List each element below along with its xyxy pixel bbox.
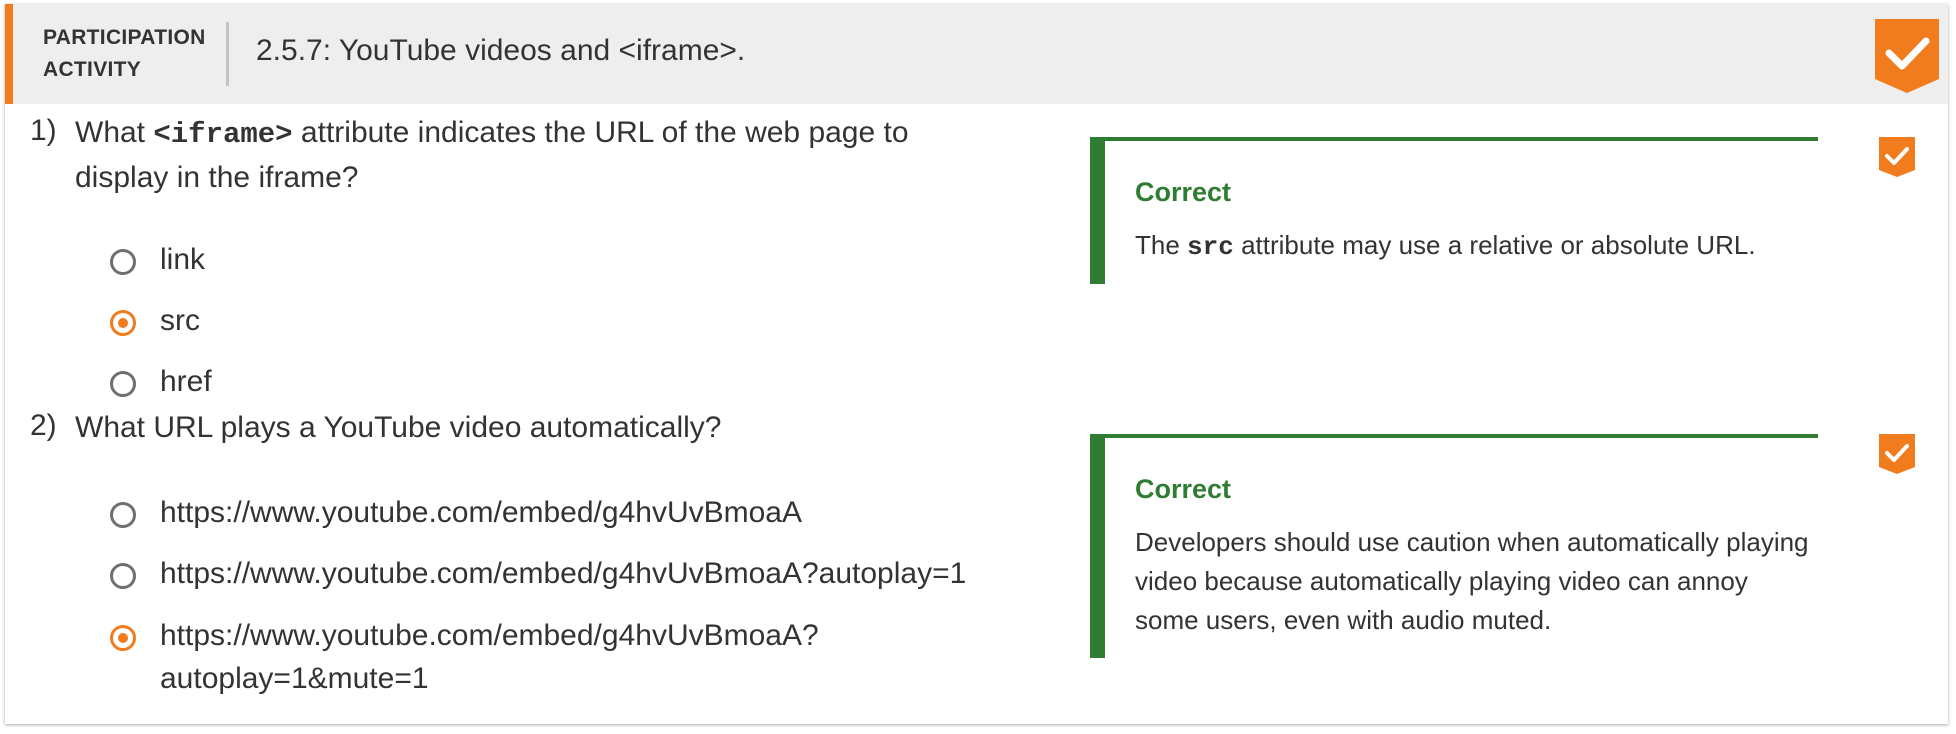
feedback-text: The src attribute may use a relative or … bbox=[1135, 230, 1756, 262]
feedback-text: Developers should use caution when autom… bbox=[1135, 527, 1809, 635]
feedback-box: Correct The src attribute may use a rela… bbox=[1090, 137, 1818, 284]
option-label[interactable]: link bbox=[160, 238, 205, 281]
feedback-title: Correct bbox=[1135, 177, 1232, 207]
radio-button[interactable] bbox=[110, 249, 136, 275]
question-number: 2) bbox=[30, 409, 57, 442]
option-label[interactable]: href bbox=[160, 360, 212, 403]
option-label[interactable]: https://www.youtube.com/embed/g4hvUvBmoa… bbox=[160, 552, 966, 595]
radio-button-selected[interactable] bbox=[110, 625, 136, 651]
activity-title: 2.5.7: YouTube videos and <iframe>. bbox=[256, 34, 746, 67]
header-divider bbox=[226, 22, 229, 86]
activity-header: PARTICIPATION ACTIVITY 2.5.7: YouTube vi… bbox=[5, 4, 1948, 104]
participation-activity: PARTICIPATION ACTIVITY 2.5.7: YouTube vi… bbox=[5, 4, 1948, 724]
feedback-box: Correct Developers should use caution wh… bbox=[1090, 434, 1818, 658]
option-label[interactable]: src bbox=[160, 299, 200, 342]
question-number: 1) bbox=[30, 114, 57, 147]
option-label[interactable]: https://www.youtube.com/embed/g4hvUvBmoa… bbox=[160, 491, 802, 534]
radio-button[interactable] bbox=[110, 371, 136, 397]
check-icon bbox=[1879, 434, 1915, 474]
option-label[interactable]: https://www.youtube.com/embed/g4hvUvBmoa… bbox=[160, 614, 819, 700]
activity-type-label: PARTICIPATION ACTIVITY bbox=[43, 26, 206, 81]
radio-button[interactable] bbox=[110, 563, 136, 589]
feedback-title: Correct bbox=[1135, 474, 1232, 504]
completion-check-icon bbox=[1875, 19, 1939, 93]
radio-button[interactable] bbox=[110, 502, 136, 528]
question-text: What <iframe> attribute indicates the UR… bbox=[75, 116, 909, 194]
question-text: What URL plays a YouTube video automatic… bbox=[75, 411, 722, 444]
check-icon bbox=[1879, 137, 1915, 177]
radio-button-selected[interactable] bbox=[110, 310, 136, 336]
